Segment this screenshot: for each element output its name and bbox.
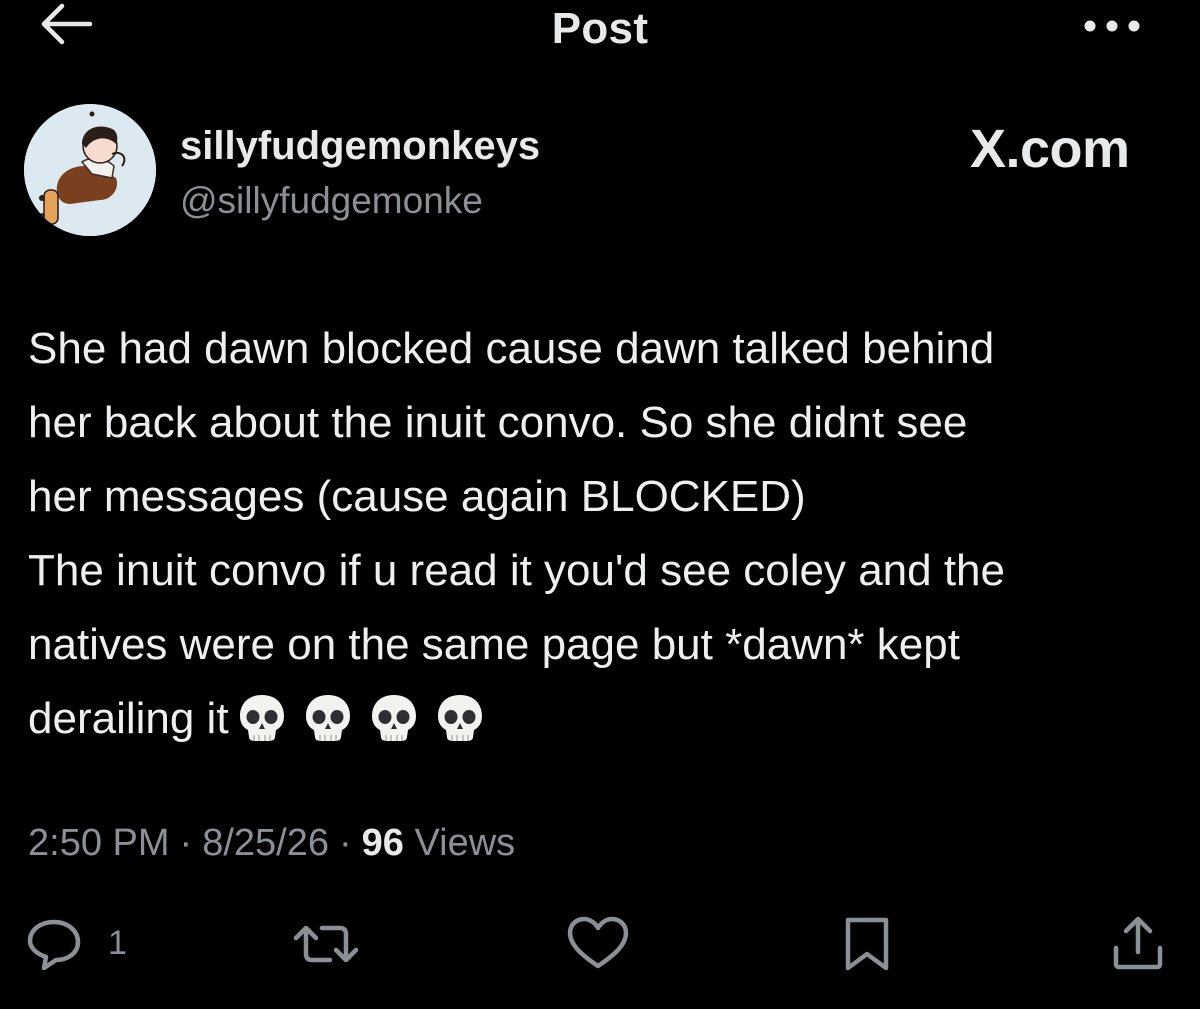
reply-button[interactable]: 1 bbox=[24, 914, 154, 974]
more-options-button[interactable] bbox=[1078, 8, 1148, 44]
skull-emoji bbox=[437, 695, 482, 742]
views-label[interactable]: Views bbox=[414, 822, 515, 864]
meta-separator: · bbox=[338, 822, 352, 864]
post-text-line: The inuit convo if u read it you'd see c… bbox=[28, 546, 1006, 595]
like-button[interactable] bbox=[566, 914, 630, 974]
watermark-text: X.com bbox=[970, 119, 1130, 179]
post-time: 2:50 PM bbox=[28, 822, 170, 864]
post-text: She had dawn blocked cause dawn talked b… bbox=[28, 312, 1178, 758]
avatar[interactable] bbox=[24, 104, 156, 236]
bookmark-icon bbox=[845, 917, 889, 971]
reply-bubble-icon bbox=[27, 919, 81, 971]
heart-icon bbox=[567, 916, 629, 969]
top-bar: Post bbox=[0, 0, 1200, 60]
author-row: sillyfudgemonkeys @sillyfudgemonke X.com bbox=[0, 80, 1200, 260]
skull-emoji bbox=[371, 695, 416, 742]
post-date: 8/25/26 bbox=[202, 822, 329, 864]
post-meta: 2:50 PM · 8/25/26 · 96 Views bbox=[28, 822, 515, 865]
author-display-name[interactable]: sillyfudgemonkeys bbox=[180, 124, 540, 169]
share-icon bbox=[1113, 916, 1163, 970]
skull-emoji bbox=[305, 695, 350, 742]
post-text-line: She had dawn blocked cause dawn talked b… bbox=[28, 324, 995, 373]
skull-emoji bbox=[239, 695, 284, 742]
page-title: Post bbox=[551, 4, 649, 53]
share-button[interactable] bbox=[1108, 914, 1168, 974]
cartoon-character-avatar bbox=[24, 104, 156, 236]
views-count[interactable]: 96 bbox=[362, 822, 404, 864]
repost-icon bbox=[293, 925, 359, 963]
post-text-line: her back about the inuit convo. So she d… bbox=[28, 398, 968, 447]
post-text-line: natives were on the same page but *dawn*… bbox=[28, 620, 960, 669]
action-bar: 1 bbox=[0, 900, 1200, 980]
more-horizontal-icon bbox=[1084, 20, 1140, 32]
post-text-line: derailing it bbox=[28, 694, 229, 743]
post-text-line: her messages (cause again BLOCKED) bbox=[28, 472, 806, 521]
emoji-row bbox=[235, 684, 499, 758]
post-text-last-line: derailing it bbox=[28, 682, 1178, 758]
repost-button[interactable] bbox=[292, 914, 362, 974]
reply-count: 1 bbox=[108, 924, 127, 962]
bookmark-button[interactable] bbox=[840, 914, 896, 974]
author-handle[interactable]: @sillyfudgemonke bbox=[180, 180, 483, 222]
meta-separator: · bbox=[179, 822, 193, 864]
